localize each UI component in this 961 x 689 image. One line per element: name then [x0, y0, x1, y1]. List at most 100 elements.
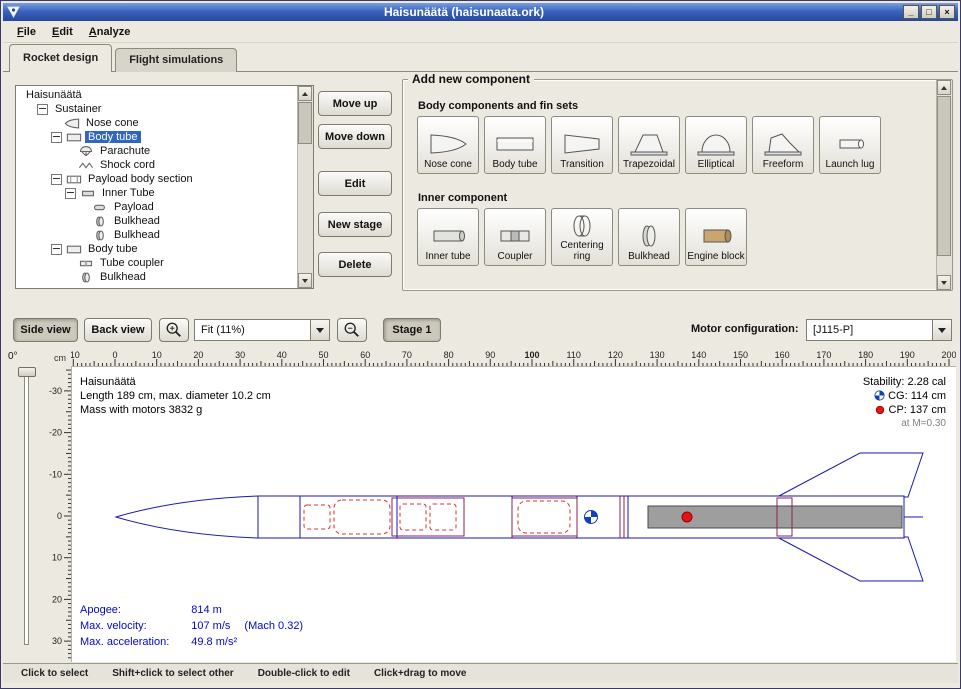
scroll-up-button[interactable]: [298, 86, 312, 101]
tree-item-tube-coupler[interactable]: Tube coupler: [17, 256, 297, 270]
combo-arrow-button[interactable]: [932, 320, 951, 340]
svg-text:10: 10: [52, 553, 62, 563]
cp-value: 137 cm: [910, 404, 946, 416]
side-view-button[interactable]: Side view: [13, 318, 78, 342]
menu-analyze[interactable]: Analyze: [81, 23, 139, 41]
max-acceleration-value: 49.8 m/s²: [191, 634, 303, 650]
rotation-slider-handle[interactable]: [18, 367, 36, 377]
tree-expander-icon[interactable]: [37, 104, 48, 115]
rocket-canvas[interactable]: Haisunäätä Length 189 cm, max. diameter …: [71, 366, 956, 662]
svg-text:150: 150: [733, 350, 748, 360]
tree-item-label: Bulkhead: [97, 271, 149, 283]
scrollbar-thumb[interactable]: [298, 102, 312, 144]
zoom-in-icon: [165, 321, 183, 339]
component-button-freeform[interactable]: Freeform: [752, 116, 814, 174]
cg-value: 114 cm: [911, 390, 946, 402]
zoom-in-button[interactable]: [159, 318, 189, 342]
tree-item-body-tube[interactable]: Body tube: [17, 242, 297, 256]
status-hint: Click+drag to move: [374, 668, 467, 679]
component-button-bulkhead[interactable]: Bulkhead: [618, 208, 680, 266]
edit-button[interactable]: Edit: [318, 171, 392, 196]
nose-cone-shape[interactable]: [116, 496, 258, 538]
tree-item-parachute[interactable]: Parachute: [17, 144, 297, 158]
close-button[interactable]: ×: [939, 5, 955, 19]
svg-text:90: 90: [485, 350, 495, 360]
scroll-down-button[interactable]: [298, 273, 312, 288]
tree-item-nose-cone[interactable]: Nose cone: [17, 116, 297, 130]
menu-file[interactable]: File: [9, 23, 44, 41]
delete-button[interactable]: Delete: [318, 252, 392, 277]
tree-item-bulkhead[interactable]: Bulkhead: [17, 214, 297, 228]
menu-edit[interactable]: Edit: [44, 23, 81, 41]
scroll-up-button[interactable]: [937, 80, 951, 95]
scroll-down-button[interactable]: [937, 275, 951, 290]
zoom-combo[interactable]: Fit (11%): [194, 319, 330, 341]
max-velocity-value: 107 m/s: [191, 620, 230, 632]
move-up-button[interactable]: Move up: [318, 91, 392, 116]
tree-item-payload[interactable]: Payload: [17, 200, 297, 214]
tree-item-shock-cord[interactable]: Shock cord: [17, 158, 297, 172]
component-button-label: Body tube: [492, 159, 537, 170]
back-view-button[interactable]: Back view: [84, 318, 152, 342]
motor-configuration-combo[interactable]: [J115-P]: [806, 319, 952, 341]
move-down-button[interactable]: Move down: [318, 124, 392, 149]
status-hint: Double-click to edit: [258, 668, 350, 679]
cp-marker-icon: [875, 405, 885, 415]
svg-text:20: 20: [52, 594, 62, 604]
tree-item-sustainer[interactable]: Sustainer: [17, 102, 297, 116]
trapezoidal-icon: [627, 129, 671, 159]
tree-item-body-tube[interactable]: Body tube: [17, 130, 297, 144]
svg-text:120: 120: [608, 350, 623, 360]
tree-item-inner-tube[interactable]: Inner Tube: [17, 186, 297, 200]
component-button-inner-tube[interactable]: Inner tube: [417, 208, 479, 266]
zoom-out-button[interactable]: [337, 318, 367, 342]
tree-item-bulkhead[interactable]: Bulkhead: [17, 228, 297, 242]
fin-shape[interactable]: [777, 537, 923, 581]
tree-expander-icon[interactable]: [51, 132, 62, 143]
maximize-button[interactable]: □: [921, 5, 937, 19]
body-components-row: Nose cone Body tube TransitionTrapezoidalE…: [417, 116, 886, 174]
component-button-engine-block[interactable]: Engine block: [685, 208, 747, 266]
tree-item-haisun-t-[interactable]: Haisunäätä: [17, 88, 297, 102]
component-button-launch-lug[interactable]: Launch lug: [819, 116, 881, 174]
component-button-label: Launch lug: [826, 159, 875, 170]
tab-flight-simulations[interactable]: Flight simulations: [115, 48, 237, 72]
tree-item-label: Inner Tube: [99, 187, 158, 199]
tree-item-bulkhead[interactable]: Bulkhead: [17, 270, 297, 284]
component-button-label: Bulkhead: [628, 251, 670, 262]
tree-expander-icon[interactable]: [51, 244, 62, 255]
component-button-trapezoidal[interactable]: Trapezoidal: [618, 116, 680, 174]
tree-item-label: Body tube: [85, 131, 141, 143]
component-button-elliptical[interactable]: Elliptical: [685, 116, 747, 174]
fin-shape[interactable]: [777, 453, 923, 497]
svg-text:-30: -30: [49, 386, 62, 396]
component-button-label: Nose cone: [424, 159, 472, 170]
component-button-nose-cone[interactable]: Nose cone: [417, 116, 479, 174]
panel-scrollbar[interactable]: [936, 80, 952, 290]
tab-rocket-design[interactable]: Rocket design: [9, 44, 112, 72]
tree-item-payload-body-section[interactable]: Payload body section: [17, 172, 297, 186]
new-stage-button[interactable]: New stage: [318, 212, 392, 237]
motor-combo-value: [J115-P]: [807, 324, 932, 336]
max-velocity-label: Max. velocity:: [80, 618, 169, 634]
svg-text:-20: -20: [49, 428, 62, 438]
svg-text:100: 100: [524, 350, 539, 360]
component-button-coupler[interactable]: Coupler: [484, 208, 546, 266]
parachute-icon: [78, 146, 94, 157]
component-button-transition[interactable]: Transition: [551, 116, 613, 174]
component-button-centering-ring[interactable]: Centering ring: [551, 208, 613, 266]
titlebar[interactable]: Haisunäätä (haisunaata.ork) _ □ ×: [3, 3, 958, 21]
tree-scrollbar[interactable]: [297, 86, 313, 288]
rocket-name: Haisunäätä: [80, 375, 271, 389]
arrow-down-icon: [302, 279, 308, 283]
tree-item-label: Payload body section: [85, 173, 196, 185]
component-button-body-tube[interactable]: Body tube: [484, 116, 546, 174]
rotation-slider-track[interactable]: [24, 371, 29, 645]
svg-text:170: 170: [816, 350, 831, 360]
stage-1-toggle[interactable]: Stage 1: [383, 318, 441, 342]
tree-expander-icon[interactable]: [65, 188, 76, 199]
scrollbar-thumb[interactable]: [937, 96, 951, 256]
combo-arrow-button[interactable]: [310, 320, 329, 340]
tree-expander-icon[interactable]: [51, 174, 62, 185]
minimize-button[interactable]: _: [903, 5, 919, 19]
